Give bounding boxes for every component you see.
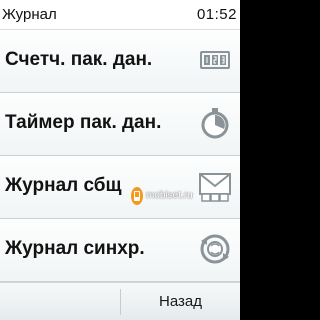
screen-title: Журнал bbox=[2, 6, 57, 23]
menu-list: Счетч. пак. дан. Таймер пак. дан. Журнал… bbox=[0, 30, 240, 282]
menu-item-sync-log[interactable]: Журнал синхр. bbox=[0, 219, 240, 282]
phone-screen: Журнал 01:52 Счетч. пак. дан. Таймер пак… bbox=[0, 0, 240, 320]
sync-log-icon bbox=[197, 231, 233, 267]
left-softkey[interactable] bbox=[0, 283, 119, 320]
back-button[interactable]: Назад bbox=[121, 283, 240, 320]
menu-item-label: Счетч. пак. дан. bbox=[5, 49, 153, 70]
menu-item-packet-timer[interactable]: Таймер пак. дан. bbox=[0, 93, 240, 156]
menu-item-label: Журнал синхр. bbox=[5, 238, 145, 259]
watermark-text: mobiset.ru bbox=[146, 190, 193, 201]
menu-item-label: Журнал сбщ bbox=[5, 175, 122, 196]
menu-item-label: Таймер пак. дан. bbox=[5, 112, 162, 133]
watermark: mobiset.ru bbox=[130, 186, 230, 208]
status-bar: Журнал 01:52 bbox=[0, 0, 240, 30]
clock: 01:52 bbox=[196, 6, 237, 23]
menu-item-packet-counter[interactable]: Счетч. пак. дан. bbox=[0, 30, 240, 93]
mobiset-logo-icon bbox=[130, 186, 144, 206]
softkey-bar: Назад bbox=[0, 282, 240, 320]
counter-icon bbox=[197, 42, 233, 78]
timer-icon bbox=[197, 105, 233, 141]
